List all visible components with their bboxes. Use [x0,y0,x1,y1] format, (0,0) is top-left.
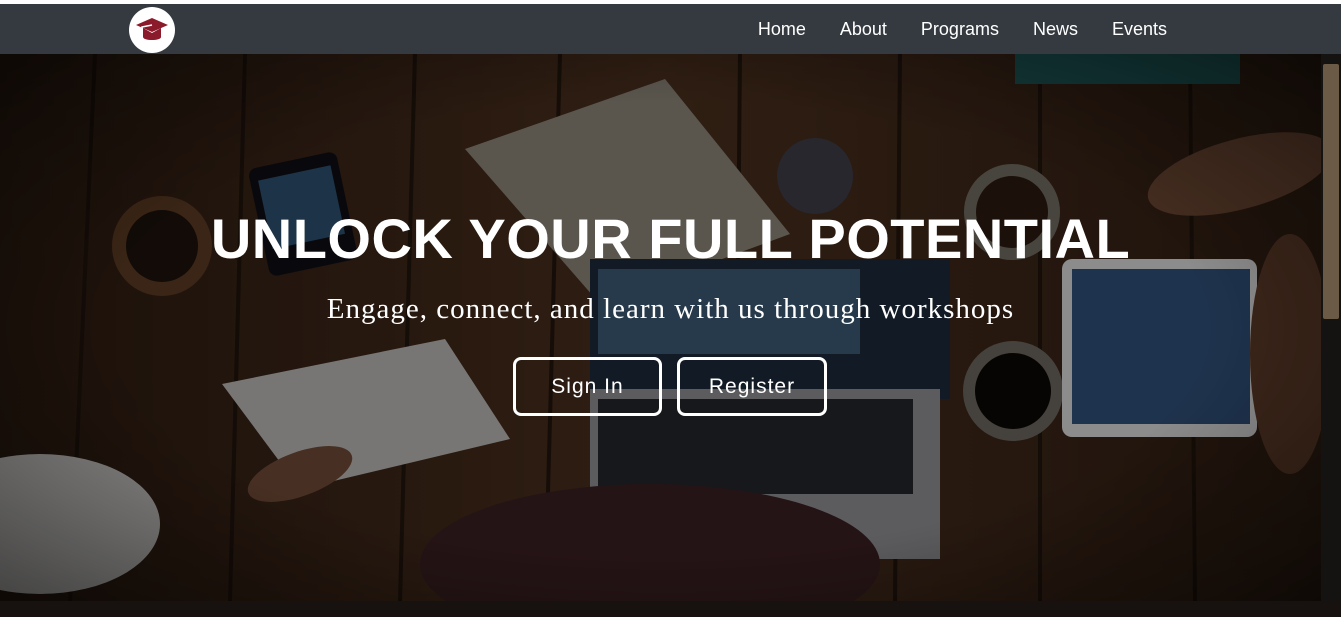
nav-link-programs[interactable]: Programs [921,19,999,40]
nav-link-events[interactable]: Events [1112,19,1167,40]
navbar: Home About Programs News Events [0,4,1341,54]
side-strip-highlight [1323,64,1339,319]
nav-link-about[interactable]: About [840,19,887,40]
hero-subheadline: Engage, connect, and learn with us throu… [326,293,1015,325]
site-logo[interactable] [129,7,175,53]
hero-dark-overlay [0,54,1321,601]
graduation-cap-icon [136,18,168,41]
hero-section [0,54,1321,601]
sign-in-button[interactable]: Sign In [513,357,662,416]
nav-link-home[interactable]: Home [758,19,806,40]
hero-headline: UNLOCK YOUR FULL POTENTIAL [210,207,1131,270]
register-button[interactable]: Register [677,357,827,416]
nav-link-news[interactable]: News [1033,19,1078,40]
bottom-strip [0,601,1341,617]
main-nav: Home About Programs News Events [724,4,1167,54]
